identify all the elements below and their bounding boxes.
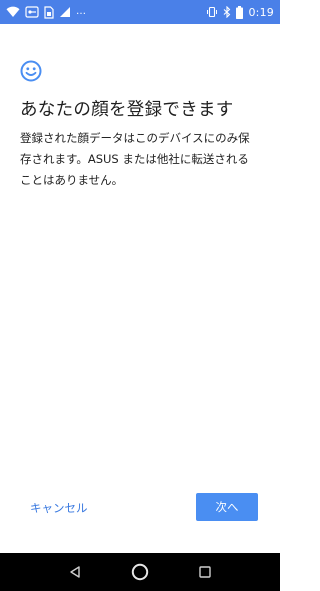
status-bar: … 0:19 [0,0,280,24]
signal-icon [59,0,71,24]
sim-icon [44,0,54,24]
navigation-bar [0,553,280,591]
wifi-icon [6,0,20,24]
cancel-button[interactable]: キャンセル [30,496,88,520]
recents-icon[interactable] [190,557,220,587]
status-time: 0:19 [248,5,274,19]
page-description: 登録された顔データはこのデバイスにのみ保存されます。ASUS または他社に転送さ… [20,131,250,187]
face-icon [20,60,42,82]
bluetooth-icon [223,0,231,24]
battery-icon [236,0,244,24]
vpn-key-icon [25,0,39,24]
back-icon[interactable] [60,557,90,587]
face-unlock-intro-screen: あなたの顔を登録できます 登録された顔データはこのデバイスにのみ保存されます。A… [0,24,280,553]
status-bar-right: 0:19 [206,0,274,24]
next-button[interactable]: 次へ [196,493,258,521]
overflow-dots: … [76,6,87,17]
home-icon[interactable] [125,557,155,587]
status-bar-left: … [6,0,87,24]
page-title: あなたの顔を登録できます [20,100,234,120]
vibrate-icon [206,0,218,24]
